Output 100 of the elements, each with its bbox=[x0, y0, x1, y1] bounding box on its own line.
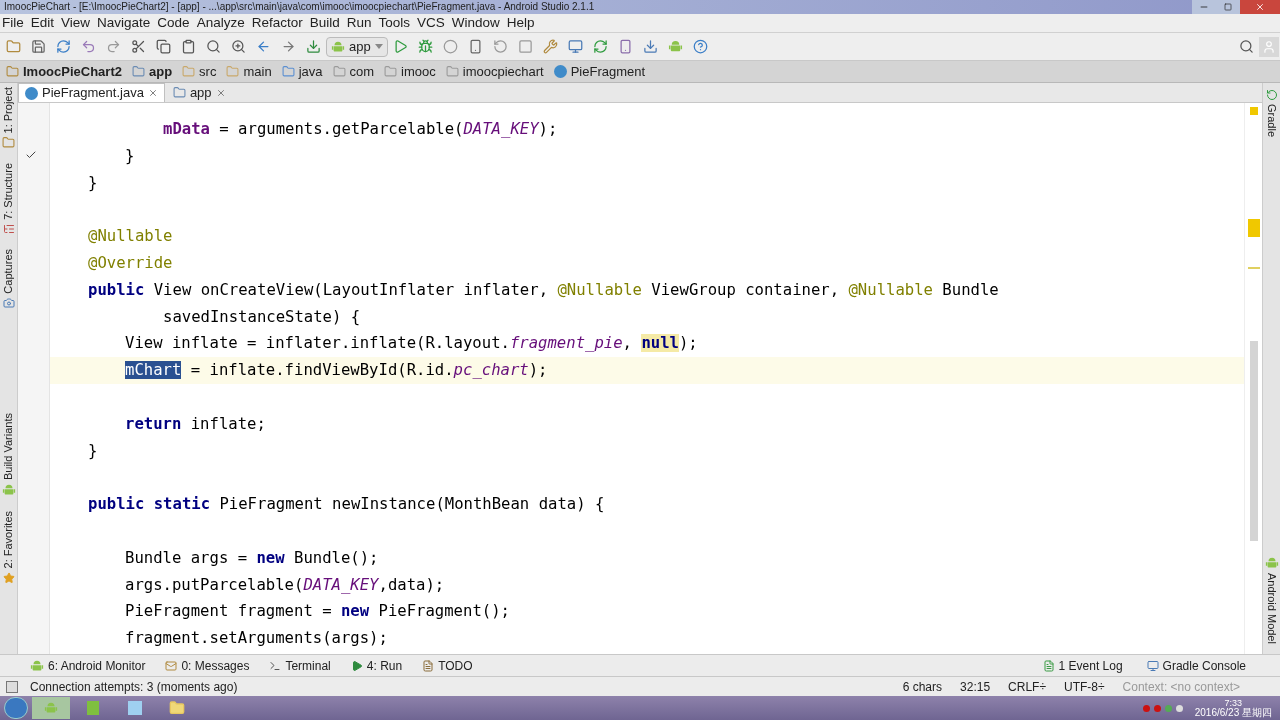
stop-icon bbox=[518, 39, 534, 54]
window-title: ImoocPieChart - [E:\ImoocPieChart2] - [app] - ...\app\src\main\java\com\imooc\imoocpiechart\PieFragment.java - Android Studio 2.1.1 bbox=[3, 2, 595, 12]
terminal-icon bbox=[269, 659, 282, 672]
folder-icon bbox=[281, 65, 295, 78]
status-item[interactable]: UTF-8÷ bbox=[1064, 677, 1105, 696]
tool-window-button[interactable]: TODO bbox=[422, 656, 473, 675]
tool-window-button[interactable]: 2: Favorites bbox=[2, 511, 15, 584]
menu-item[interactable]: File bbox=[2, 16, 24, 30]
breadcrumb-item[interactable]: imoocpiechart bbox=[445, 61, 544, 82]
breadcrumb-item[interactable]: ImoocPieChart2 bbox=[6, 61, 122, 82]
android-icon bbox=[44, 701, 58, 715]
breadcrumb-item[interactable]: app bbox=[132, 61, 173, 82]
class-icon bbox=[25, 86, 38, 100]
wrench-icon bbox=[543, 39, 559, 54]
tool-window-button[interactable]: 4: Run bbox=[350, 656, 403, 675]
maximize-button[interactable] bbox=[1216, 0, 1240, 14]
tool-windows-toggle-icon[interactable] bbox=[6, 680, 18, 693]
start-button[interactable] bbox=[4, 697, 28, 719]
menu-item[interactable]: Help bbox=[506, 16, 535, 30]
run-config-dropdown[interactable]: app bbox=[326, 36, 388, 57]
status-message: Connection attempts: 3 (moments ago) bbox=[30, 678, 238, 696]
maximize-icon bbox=[1224, 3, 1232, 11]
folder-icon bbox=[6, 65, 19, 78]
folder-icon bbox=[226, 65, 240, 78]
gradle-sync-icon bbox=[593, 39, 609, 54]
tool-window-button[interactable]: Build Variants bbox=[1, 412, 16, 498]
code-line: public static PieFragment newInstance(MonthBean data) { bbox=[88, 495, 605, 514]
code-line: @Override bbox=[88, 254, 173, 272]
avd-icon bbox=[618, 39, 634, 54]
tool-window-button[interactable]: 0: Messages bbox=[165, 656, 250, 675]
tool-window-button[interactable]: Gradle Console bbox=[1146, 656, 1246, 675]
status-marker bbox=[1249, 107, 1258, 115]
coverage-icon bbox=[443, 39, 459, 54]
code-line: PieFragment fragment = new PieFragment(); bbox=[125, 602, 510, 621]
breadcrumb-item[interactable]: main bbox=[226, 61, 272, 82]
menu-item[interactable]: Tools bbox=[378, 16, 410, 30]
close-tab-icon[interactable] bbox=[215, 87, 226, 98]
tool-window-button[interactable]: 1 Event Log bbox=[1042, 656, 1123, 675]
folder-icon bbox=[132, 65, 145, 78]
code-line: } bbox=[125, 146, 135, 165]
clock-date: 2016/6/23 星期四 bbox=[1194, 707, 1272, 718]
debug-icon bbox=[418, 39, 434, 54]
todo-icon bbox=[422, 659, 435, 672]
menu-item[interactable]: Build bbox=[309, 16, 340, 30]
code-line: } bbox=[88, 441, 98, 460]
breadcrumb-item[interactable]: src bbox=[182, 61, 217, 82]
folder-icon bbox=[445, 65, 459, 78]
menu-item[interactable]: Code bbox=[157, 16, 190, 30]
editor-tab[interactable]: app bbox=[166, 83, 232, 102]
editor-tab[interactable]: PieFragment.java bbox=[18, 83, 165, 102]
tray-icons[interactable] bbox=[1142, 704, 1183, 712]
cut-icon bbox=[130, 39, 146, 54]
tool-window-button[interactable]: Captures bbox=[2, 249, 15, 309]
sdk-icon bbox=[643, 39, 659, 54]
code-line: mData = arguments.getParcelable(DATA_KEY); bbox=[163, 120, 558, 138]
code-line: mChart = inflate.findViewById(R.id.pc_chart); bbox=[125, 361, 548, 380]
close-tab-icon[interactable] bbox=[147, 88, 158, 98]
breadcrumb-item[interactable]: com bbox=[332, 61, 375, 82]
menu-item[interactable]: Run bbox=[346, 16, 372, 30]
code-line: Bundle args = new Bundle(); bbox=[125, 548, 379, 567]
play-icon bbox=[350, 659, 363, 672]
tool-window-button[interactable]: 6: Android Monitor bbox=[30, 656, 146, 675]
menu-item[interactable]: Navigate bbox=[97, 16, 151, 30]
warning-marker bbox=[1247, 219, 1260, 237]
code-line: args.putParcelable(DATA_KEY,data); bbox=[125, 575, 445, 594]
menu-item[interactable]: VCS bbox=[417, 16, 445, 30]
class-icon bbox=[553, 65, 567, 78]
code-line: } bbox=[88, 173, 98, 192]
paste-icon bbox=[180, 39, 196, 54]
breadcrumb-item[interactable]: imooc bbox=[384, 61, 436, 82]
back-icon bbox=[255, 39, 271, 54]
status-item: 6 chars bbox=[902, 678, 943, 696]
redo-icon bbox=[105, 39, 121, 54]
menu-item[interactable]: Window bbox=[451, 16, 500, 30]
menu-item[interactable]: Analyze bbox=[196, 16, 245, 30]
menu-item[interactable]: View bbox=[61, 16, 91, 30]
code-line: @Nullable bbox=[88, 227, 173, 246]
status-item[interactable]: CRLF÷ bbox=[1008, 677, 1046, 696]
status-item[interactable]: 32:15 bbox=[960, 677, 991, 696]
tool-window-button[interactable]: Terminal bbox=[269, 656, 331, 675]
tool-window-button[interactable]: 1: Project bbox=[2, 87, 15, 150]
folder-icon bbox=[172, 86, 186, 99]
error-stripe-mark bbox=[1247, 267, 1260, 269]
mail-icon bbox=[165, 659, 178, 672]
tool-window-button[interactable]: Android Model bbox=[1264, 556, 1279, 644]
breadcrumb-item[interactable]: PieFragment bbox=[553, 61, 646, 82]
menu-item[interactable]: Edit bbox=[30, 16, 55, 30]
run-icon bbox=[393, 39, 409, 54]
tool-window-button[interactable]: 7: Structure bbox=[2, 163, 15, 236]
breadcrumb-item[interactable]: java bbox=[281, 61, 323, 82]
close-icon bbox=[1255, 2, 1265, 12]
star-icon bbox=[2, 571, 15, 584]
replace-icon bbox=[230, 39, 246, 54]
tool-window-button[interactable]: Gradle bbox=[1265, 89, 1278, 138]
menu-item[interactable]: Refactor bbox=[251, 16, 303, 30]
open-icon bbox=[5, 39, 21, 54]
minimize-button[interactable] bbox=[1192, 0, 1216, 14]
close-button[interactable] bbox=[1240, 0, 1280, 14]
log-icon bbox=[1042, 659, 1055, 672]
folder-icon bbox=[2, 136, 15, 150]
